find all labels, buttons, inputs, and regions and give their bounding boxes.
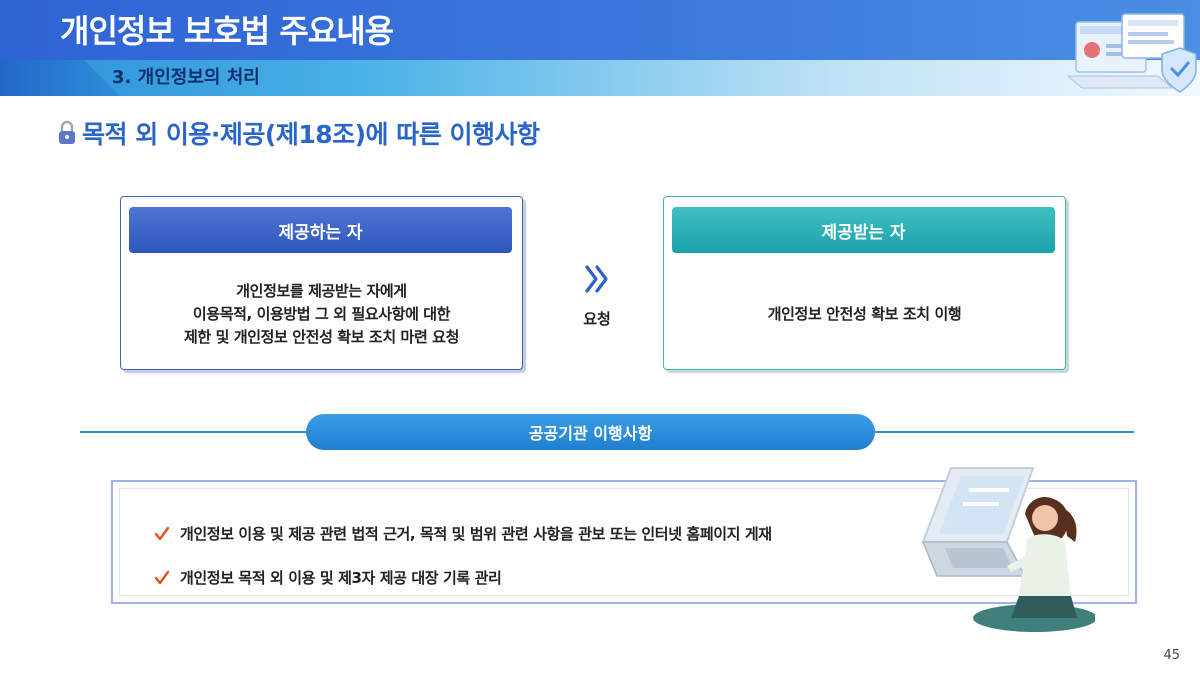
- page-subtitle: 3. 개인정보의 처리: [112, 67, 260, 88]
- page-number: 45: [1163, 648, 1180, 663]
- list-item: 개인정보 이용 및 제공 관련 법적 근거, 목적 및 범위 관련 사항을 관보…: [154, 523, 772, 544]
- provider-line-2: 이용목적, 이용방법 그 외 필요사항에 대한: [192, 304, 451, 323]
- page-title: 개인정보 보호법 주요내용: [60, 12, 394, 50]
- provider-box-title: 제공하는 자: [129, 207, 512, 253]
- divider-left: [80, 431, 320, 433]
- receiver-box: 제공받는 자 개인정보 안전성 확보 조치 이행: [663, 196, 1066, 370]
- request-label: 요청: [583, 310, 611, 328]
- receiver-box-body: 개인정보 안전성 확보 조치 이행: [664, 259, 1065, 369]
- receiver-box-title: 제공받는 자: [672, 207, 1055, 253]
- security-laptop-illustration: [1066, 13, 1197, 93]
- list-item-text: 개인정보 이용 및 제공 관련 법적 근거, 목적 및 범위 관련 사항을 관보…: [180, 525, 772, 543]
- request-flow: 요청: [572, 264, 622, 334]
- public-agency-pill: 공공기관 이행사항: [306, 414, 875, 450]
- list-item: 개인정보 목적 외 이용 및 제3자 제공 대장 기록 관리: [154, 567, 502, 588]
- provider-box: 제공하는 자 개인정보를 제공받는 자에게 이용목적, 이용방법 그 외 필요사…: [120, 196, 523, 370]
- check-icon: [154, 570, 170, 584]
- person-laptop-illustration: [921, 467, 1095, 632]
- provider-line-1: 개인정보를 제공받는 자에게: [236, 281, 407, 300]
- provider-line-3: 제한 및 개인정보 안전성 확보 조치 마련 요청: [184, 327, 459, 346]
- receiver-line-1: 개인정보 안전성 확보 조치 이행: [767, 304, 962, 323]
- list-item-text: 개인정보 목적 외 이용 및 제3자 제공 대장 기록 관리: [180, 569, 502, 587]
- double-chevron-right-icon: [585, 265, 608, 293]
- provider-box-body: 개인정보를 제공받는 자에게 이용목적, 이용방법 그 외 필요사항에 대한 제…: [121, 259, 522, 369]
- divider-right: [860, 431, 1134, 433]
- section-heading-text: 목적 외 이용·제공(제18조)에 따른 이행사항: [82, 120, 540, 149]
- lock-icon: [59, 120, 75, 144]
- section-heading: 목적 외 이용·제공(제18조)에 따른 이행사항: [56, 116, 540, 150]
- check-icon: [154, 526, 170, 540]
